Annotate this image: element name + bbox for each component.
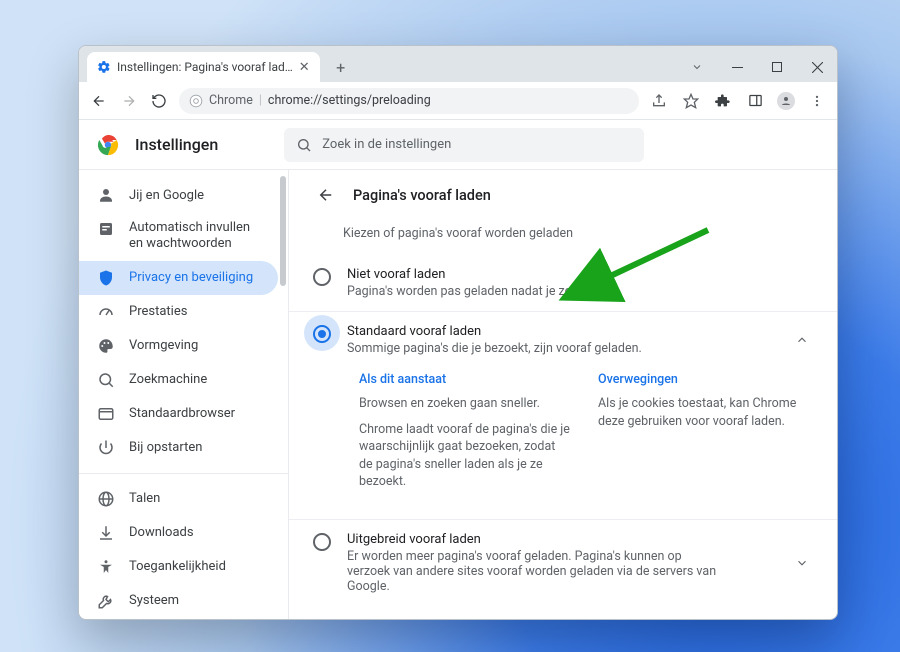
details-heading: Overwegingen (598, 372, 809, 387)
sidebar-item-autofill[interactable]: Automatisch invullen en wachtwoorden (79, 212, 278, 261)
sidebar-item-default-browser[interactable]: Standaardbrowser (79, 397, 278, 431)
accessibility-icon (97, 558, 115, 576)
sidebar-item-search-engine[interactable]: Zoekmachine (79, 363, 278, 397)
option-desc: Pagina's worden pas geladen nadat je ze … (347, 284, 609, 299)
chrome-page-icon (189, 94, 203, 108)
new-tab-button[interactable]: + (328, 54, 354, 80)
sidebar-item-performance[interactable]: Prestaties (79, 295, 278, 329)
sidebar-item-you-and-google[interactable]: Jij en Google (79, 178, 278, 212)
option-details: Als dit aanstaat Browsen en zoeken gaan … (359, 368, 809, 513)
details-text: Chrome laadt vooraf de pagina's die je w… (359, 421, 570, 491)
sidebar-item-label: Systeem (129, 593, 179, 608)
url-bar[interactable]: Chrome | chrome://settings/preloading (179, 88, 639, 114)
forward-button[interactable] (119, 91, 139, 111)
chevron-up-icon (795, 333, 809, 347)
extensions-icon[interactable] (713, 91, 733, 111)
sidebar-item-accessibility[interactable]: Toegankelijkheid (79, 550, 278, 584)
option-extended-preload[interactable]: Uitgebreid vooraf laden Er worden meer p… (289, 519, 837, 606)
bookmark-icon[interactable] (681, 91, 701, 111)
radio-button[interactable] (313, 268, 331, 286)
details-text: Browsen en zoeken gaan sneller. (359, 395, 570, 413)
chevron-down-icon[interactable] (677, 52, 717, 82)
app-title: Instellingen (135, 135, 218, 154)
sidebar-item-languages[interactable]: Talen (79, 482, 278, 516)
back-button[interactable] (89, 91, 109, 111)
option-desc: Sommige pagina's die je bezoekt, zijn vo… (347, 341, 642, 356)
sidebar-item-label: Downloads (129, 525, 194, 540)
sidebar-item-label: Bij opstarten (129, 440, 202, 455)
expand-button[interactable] (789, 550, 815, 576)
back-arrow-button[interactable] (317, 186, 335, 204)
gear-icon (97, 60, 111, 74)
sidebar-item-label: Privacy en beveiliging (129, 270, 253, 285)
sidebar-item-label: Prestaties (129, 304, 187, 319)
power-icon (97, 439, 115, 457)
tab-title: Instellingen: Pagina's vooraf lad… (117, 60, 293, 74)
profile-avatar[interactable] (777, 92, 795, 110)
details-text: Als je cookies toestaat, kan Chrome deze… (598, 395, 809, 430)
toolbar: Chrome | chrome://settings/preloading (79, 82, 837, 120)
window-controls (677, 52, 837, 82)
maximize-button[interactable] (757, 52, 797, 82)
scrollbar-thumb[interactable] (280, 176, 286, 286)
sidebar-item-reset[interactable]: Instellingen resetten (79, 618, 278, 620)
chevron-down-icon (795, 556, 809, 570)
side-panel-icon[interactable] (745, 91, 765, 111)
sidebar-item-on-startup[interactable]: Bij opstarten (79, 431, 278, 465)
palette-icon (97, 337, 115, 355)
sidebar-item-appearance[interactable]: Vormgeving (79, 329, 278, 363)
search-icon (97, 371, 115, 389)
share-icon[interactable] (649, 91, 669, 111)
person-icon (97, 186, 115, 204)
settings-sidebar: Jij en Google Automatisch invullen en wa… (79, 170, 289, 619)
page-intro: Kiezen of pagina's vooraf worden geladen (289, 218, 837, 255)
url-origin: Chrome (209, 93, 253, 108)
option-title: Standaard vooraf laden (347, 324, 642, 339)
sidebar-item-privacy[interactable]: Privacy en beveiliging (79, 261, 278, 295)
wrench-icon (97, 592, 115, 610)
sidebar-item-label: Automatisch invullen en wachtwoorden (129, 220, 260, 253)
sidebar-item-label: Zoekmachine (129, 372, 207, 387)
chrome-logo-icon (97, 134, 119, 156)
autofill-icon (97, 220, 115, 238)
browser-window: Instellingen: Pagina's vooraf lad… ✕ + C… (78, 45, 838, 620)
kebab-menu-icon[interactable] (807, 91, 827, 111)
sidebar-item-label: Vormgeving (129, 338, 198, 353)
sidebar-divider (79, 473, 288, 474)
search-icon (296, 137, 312, 153)
page-title: Pagina's vooraf laden (353, 187, 491, 204)
sidebar-item-label: Talen (129, 491, 160, 506)
option-no-preload[interactable]: Niet vooraf laden Pagina's worden pas ge… (289, 255, 837, 311)
shield-icon (97, 269, 115, 287)
browser-icon (97, 405, 115, 423)
reload-button[interactable] (149, 91, 169, 111)
download-icon (97, 524, 115, 542)
sidebar-item-label: Jij en Google (129, 188, 204, 203)
globe-icon (97, 490, 115, 508)
sidebar-item-downloads[interactable]: Downloads (79, 516, 278, 550)
option-title: Uitgebreid vooraf laden (347, 532, 727, 547)
settings-search[interactable]: Zoek in de instellingen (284, 128, 644, 162)
url-path: chrome://settings/preloading (268, 93, 431, 108)
details-heading: Als dit aanstaat (359, 372, 570, 387)
close-tab-icon[interactable]: ✕ (299, 60, 310, 75)
speedometer-icon (97, 303, 115, 321)
radio-button[interactable] (313, 533, 331, 551)
tab-strip: Instellingen: Pagina's vooraf lad… ✕ + (79, 46, 837, 82)
sidebar-item-system[interactable]: Systeem (79, 584, 278, 618)
option-desc: Er worden meer pagina's vooraf geladen. … (347, 549, 727, 594)
sidebar-item-label: Standaardbrowser (129, 406, 235, 421)
collapse-button[interactable] (789, 327, 815, 353)
settings-header: Instellingen Zoek in de instellingen (79, 120, 837, 170)
sidebar-item-label: Toegankelijkheid (129, 559, 226, 574)
settings-content: Pagina's vooraf laden Kiezen of pagina's… (289, 170, 837, 619)
option-title: Niet vooraf laden (347, 267, 609, 282)
radio-button[interactable] (313, 325, 331, 343)
close-window-button[interactable] (797, 52, 837, 82)
page-header: Pagina's vooraf laden (289, 186, 837, 218)
minimize-button[interactable] (717, 52, 757, 82)
option-standard-preload[interactable]: Standaard vooraf laden Sommige pagina's … (289, 311, 837, 368)
search-placeholder: Zoek in de instellingen (322, 137, 451, 152)
browser-tab[interactable]: Instellingen: Pagina's vooraf lad… ✕ (87, 52, 320, 82)
